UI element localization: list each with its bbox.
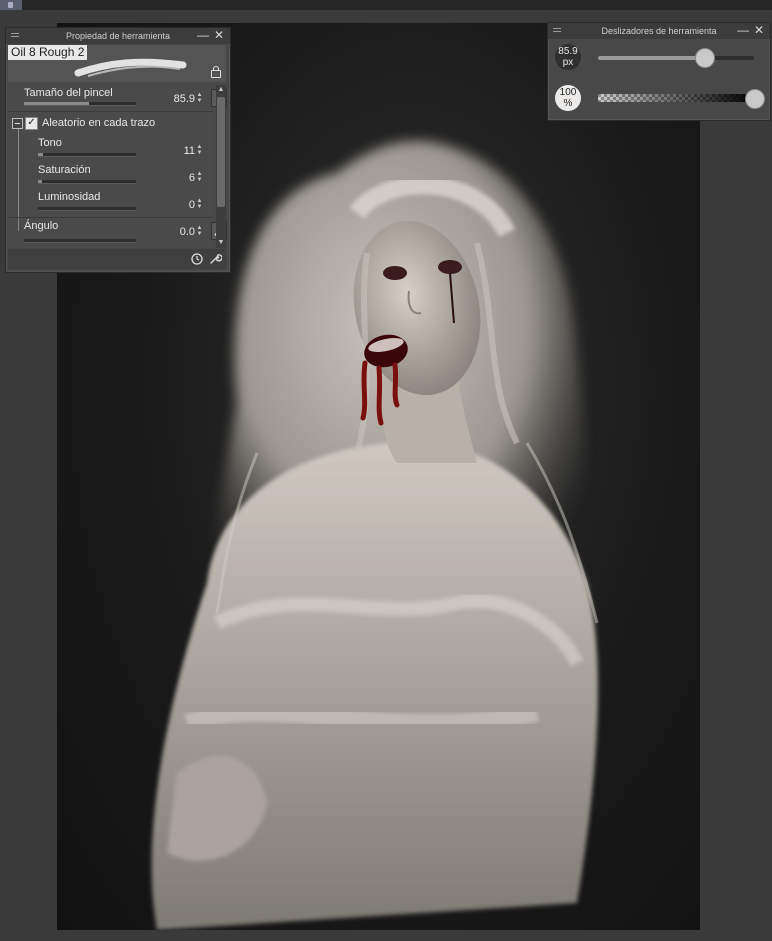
opacity-slider[interactable] [598, 94, 754, 102]
brush-size-value[interactable]: 85.9 [174, 93, 195, 105]
scroll-up-icon[interactable]: ▲ [216, 85, 226, 95]
angle-label: Ángulo [24, 220, 59, 232]
luminosity-slider[interactable] [38, 207, 136, 211]
saturation-row[interactable]: Saturación 6 ▲ ▼ [8, 162, 213, 188]
saturation-label: Saturación [38, 164, 91, 176]
brush-preview[interactable]: Oil 8 Rough 2 [8, 45, 226, 82]
tool-property-footer [8, 249, 226, 269]
scroll-down-icon[interactable]: ▼ [216, 238, 226, 248]
luminosity-spinner[interactable]: ▲ ▼ [196, 198, 203, 210]
grip-icon[interactable] [11, 33, 19, 39]
brush-size-slider-fill [24, 102, 89, 105]
brush-size-label: Tamaño del pincel [24, 87, 113, 99]
app-tab-icon [8, 2, 13, 8]
opacity-indicator: 100 % [555, 85, 581, 111]
lock-icon[interactable] [211, 66, 221, 78]
brush-size-slider[interactable] [24, 102, 136, 106]
opacity-value: 100 [559, 87, 577, 98]
size-unit: px [562, 57, 574, 68]
grip-icon[interactable] [553, 28, 561, 34]
angle-value[interactable]: 0.0 [180, 226, 195, 238]
property-list: Tamaño del pincel 85.9 ▲ ▼ ✓ Aleatorio en… [8, 85, 227, 248]
tool-property-panel: Propiedad de herramienta — ✕ Oil 8 Rough… [5, 27, 231, 273]
brush-size-spinner[interactable]: ▲ ▼ [196, 92, 203, 104]
opacity-slider-knob[interactable] [745, 89, 765, 109]
tool-property-titlebar[interactable]: Propiedad de herramienta — ✕ [6, 28, 230, 44]
random-per-stroke-row[interactable]: ✓ Aleatorio en cada trazo [8, 115, 213, 133]
size-value: 85.9 [558, 46, 578, 57]
minimize-icon[interactable]: — [196, 28, 210, 44]
hue-slider[interactable] [38, 153, 136, 157]
tool-sliders-panel: Deslizadores de herramienta — ✕ 85.9 px … [547, 22, 771, 121]
hue-slider-fill [38, 153, 43, 156]
saturation-slider-fill [38, 180, 42, 183]
size-indicator: 85.9 px [555, 44, 581, 70]
luminosity-row[interactable]: Luminosidad 0 ▲ ▼ [8, 189, 213, 215]
random-per-stroke-checkbox[interactable]: ✓ [25, 117, 38, 130]
collapse-toggle[interactable] [12, 118, 23, 129]
property-scrollbar[interactable]: ▲ ▼ [216, 85, 226, 248]
luminosity-label: Luminosidad [38, 191, 101, 203]
random-per-stroke-label: Aleatorio en cada trazo [42, 117, 156, 129]
tool-property-title: Propiedad de herramienta [65, 31, 171, 41]
tool-sliders-title: Deslizadores de herramienta [601, 26, 717, 36]
angle-spinner[interactable]: ▲ ▼ [196, 225, 203, 237]
minimize-icon[interactable]: — [736, 23, 750, 39]
app-top-bar [0, 0, 772, 10]
hue-row[interactable]: Tono 11 ▲ ▼ [8, 135, 213, 161]
tool-sliders-titlebar[interactable]: Deslizadores de herramienta — ✕ [548, 23, 770, 39]
size-slider-fill [598, 56, 705, 60]
close-icon[interactable]: ✕ [212, 28, 226, 44]
hue-label: Tono [38, 137, 62, 149]
size-slider-knob[interactable] [695, 48, 716, 68]
saturation-value[interactable]: 6 [189, 172, 195, 184]
brush-size-row[interactable]: Tamaño del pincel 85.9 ▲ ▼ [8, 85, 227, 111]
hue-spinner[interactable]: ▲ ▼ [196, 144, 203, 156]
reset-icon[interactable] [190, 252, 204, 266]
size-slider[interactable] [598, 56, 754, 60]
luminosity-value[interactable]: 0 [189, 199, 195, 211]
saturation-spinner[interactable]: ▲ ▼ [196, 171, 203, 183]
angle-slider[interactable] [24, 239, 136, 243]
app-tab[interactable] [0, 0, 22, 10]
angle-row[interactable]: Ángulo 0.0 ▲ ▼ [8, 218, 227, 246]
hue-value[interactable]: 11 [184, 145, 195, 157]
wrench-icon[interactable] [208, 252, 223, 266]
saturation-slider[interactable] [38, 180, 136, 184]
brush-name: Oil 8 Rough 2 [8, 45, 88, 60]
separator [8, 111, 213, 112]
opacity-unit: % [563, 98, 573, 109]
close-icon[interactable]: ✕ [752, 23, 766, 39]
scroll-thumb[interactable] [217, 97, 225, 207]
